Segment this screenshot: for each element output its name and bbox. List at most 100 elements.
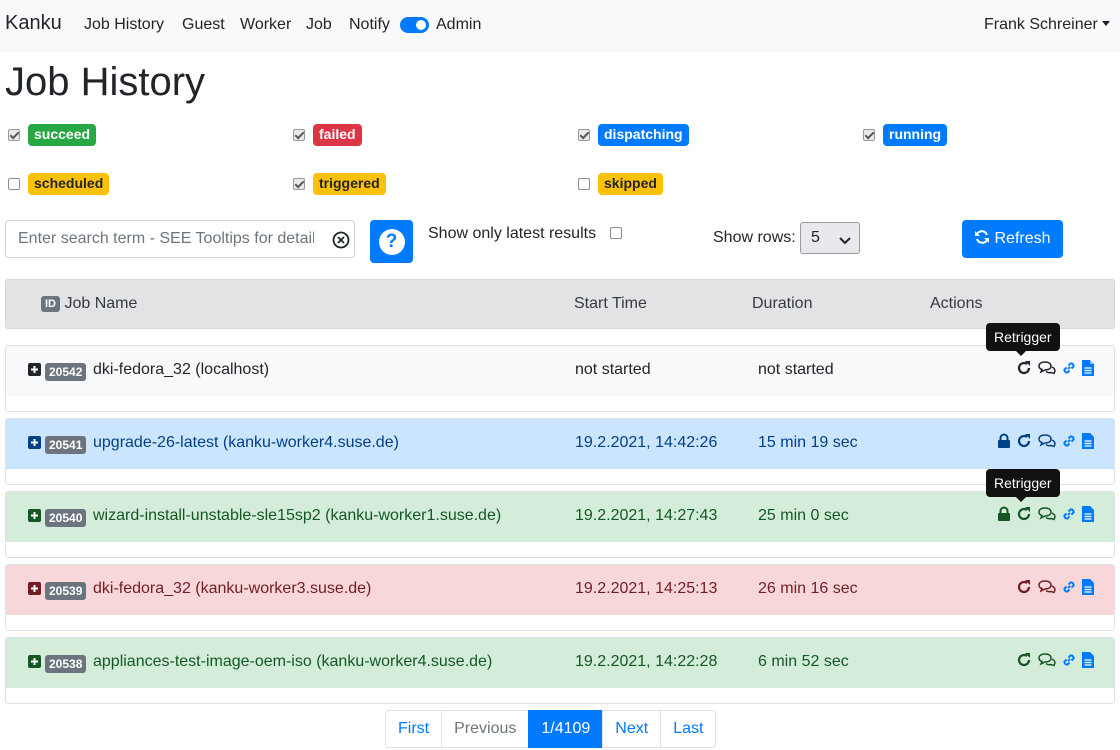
retrigger-icon[interactable]	[1016, 360, 1032, 376]
search-input[interactable]	[6, 221, 316, 257]
expand-plus-icon[interactable]	[28, 655, 41, 668]
expand-plus-icon[interactable]	[28, 509, 41, 522]
document-icon[interactable]	[1082, 506, 1094, 522]
job-card: 20538 appliances-test-image-oem-iso (kan…	[5, 637, 1115, 704]
page-last-button[interactable]: Last	[660, 710, 717, 748]
filter-scheduled[interactable]: scheduled	[8, 173, 110, 195]
link-icon[interactable]	[1061, 360, 1077, 376]
lock-icon[interactable]	[997, 433, 1011, 449]
filter-failed[interactable]: failed	[293, 124, 362, 146]
retrigger-icon[interactable]	[1016, 433, 1032, 449]
page-previous-button[interactable]: Previous	[441, 710, 530, 748]
column-header-duration[interactable]: Duration	[752, 295, 812, 313]
filter-skipped-checkbox[interactable]	[578, 178, 590, 190]
filter-triggered[interactable]: triggered	[293, 173, 386, 195]
filter-running-checkbox[interactable]	[863, 129, 875, 141]
filter-dispatching-checkbox[interactable]	[578, 129, 590, 141]
refresh-button[interactable]: Refresh	[962, 220, 1063, 258]
filter-failed-checkbox[interactable]	[293, 129, 305, 141]
expand-plus-icon[interactable]	[28, 363, 41, 376]
column-header-job-name-label: Job Name	[64, 295, 138, 312]
refresh-label: Refresh	[994, 230, 1051, 247]
caret-down-icon	[1101, 21, 1110, 26]
job-duration: 26 min 16 sec	[758, 580, 858, 597]
table-row[interactable]: 20541 upgrade-26-latest (kanku-worker4.s…	[6, 419, 1114, 469]
comments-icon[interactable]	[1037, 433, 1056, 449]
job-start-time: 19.2.2021, 14:25:13	[575, 580, 718, 597]
user-name: Frank Schreiner	[984, 16, 1098, 33]
table-row[interactable]: 20538 appliances-test-image-oem-iso (kan…	[6, 638, 1114, 688]
retrigger-tooltip: Retrigger	[986, 469, 1060, 502]
table-row[interactable]: 20542 dki-fedora_32 (localhost) not star…	[6, 346, 1114, 396]
page-title: Job History	[5, 60, 206, 104]
filter-succeed-checkbox[interactable]	[8, 129, 20, 141]
document-icon[interactable]	[1082, 360, 1094, 376]
filter-succeed[interactable]: succeed	[8, 124, 97, 146]
nav-item-notify[interactable]: Notify	[349, 16, 390, 34]
job-id-badge: 20540	[45, 509, 87, 527]
column-header-job-name[interactable]: ID Job Name	[41, 295, 137, 313]
document-icon[interactable]	[1082, 433, 1094, 449]
filter-running[interactable]: running	[863, 124, 948, 146]
filter-triggered-checkbox[interactable]	[293, 178, 305, 190]
document-icon[interactable]	[1082, 579, 1094, 595]
link-icon[interactable]	[1061, 433, 1077, 449]
page-next-button[interactable]: Next	[602, 710, 662, 748]
comments-icon[interactable]	[1037, 360, 1056, 376]
job-start-time: 19.2.2021, 14:27:43	[575, 507, 718, 524]
navbar: Kanku Job History Guest Worker Job Notif…	[0, 0, 1120, 52]
comments-icon[interactable]	[1037, 506, 1056, 522]
page-current-indicator[interactable]: 1/4109	[528, 710, 604, 748]
table-row[interactable]: 20540 wizard-install-unstable-sle15sp2 (…	[6, 492, 1114, 542]
retrigger-icon[interactable]	[1016, 579, 1032, 595]
filter-dispatching-badge: dispatching	[598, 124, 689, 146]
filter-succeed-badge: succeed	[28, 124, 97, 146]
user-menu[interactable]: Frank Schreiner	[984, 16, 1110, 34]
nav-item-job-history[interactable]: Job History	[84, 16, 164, 34]
help-button[interactable]: ?	[370, 220, 413, 263]
retrigger-icon[interactable]	[1016, 652, 1032, 668]
nav-item-guest[interactable]: Guest	[182, 16, 225, 34]
latest-results-checkbox[interactable]	[610, 227, 622, 239]
brand-logo[interactable]: Kanku	[5, 12, 62, 35]
row-actions	[997, 506, 1094, 522]
job-id-badge: 20541	[45, 436, 87, 454]
search-box	[5, 220, 355, 258]
comments-icon[interactable]	[1037, 579, 1056, 595]
job-name: dki-fedora_32 (localhost)	[93, 361, 270, 378]
column-header-start-time[interactable]: Start Time	[574, 295, 647, 313]
show-rows-select[interactable]: 5	[800, 222, 860, 254]
refresh-icon	[974, 229, 990, 250]
row-actions	[997, 433, 1094, 449]
link-icon[interactable]	[1061, 579, 1077, 595]
clear-search-icon[interactable]	[331, 230, 351, 255]
table-row[interactable]: 20539 dki-fedora_32 (kanku-worker3.suse.…	[6, 565, 1114, 615]
filter-scheduled-checkbox[interactable]	[8, 178, 20, 190]
job-start-time: not started	[575, 361, 651, 378]
link-icon[interactable]	[1061, 652, 1077, 668]
admin-toggle-switch[interactable]	[400, 17, 429, 33]
retrigger-icon[interactable]	[1016, 506, 1032, 522]
job-name: dki-fedora_32 (kanku-worker3.suse.de)	[93, 580, 372, 597]
expand-plus-icon[interactable]	[28, 436, 41, 449]
nav-item-job[interactable]: Job	[306, 16, 332, 34]
job-card: 20541 upgrade-26-latest (kanku-worker4.s…	[5, 418, 1115, 485]
admin-label[interactable]: Admin	[436, 16, 481, 34]
filter-dispatching[interactable]: dispatching	[578, 124, 689, 146]
job-card: 20539 dki-fedora_32 (kanku-worker3.suse.…	[5, 564, 1115, 631]
expand-plus-icon[interactable]	[28, 582, 41, 595]
retrigger-tooltip: Retrigger	[986, 323, 1060, 356]
filter-scheduled-badge: scheduled	[28, 173, 110, 195]
tooltip-arrow	[1016, 351, 1026, 356]
link-icon[interactable]	[1061, 506, 1077, 522]
lock-icon[interactable]	[997, 506, 1011, 522]
filter-skipped[interactable]: skipped	[578, 173, 663, 195]
job-duration: not started	[758, 361, 834, 378]
pagination: First Previous 1/4109 Next Last	[385, 710, 717, 748]
page-first-button[interactable]: First	[385, 710, 443, 748]
chevron-down-icon	[839, 233, 851, 251]
job-name: upgrade-26-latest (kanku-worker4.suse.de…	[93, 434, 399, 451]
nav-item-worker[interactable]: Worker	[240, 16, 291, 34]
comments-icon[interactable]	[1037, 652, 1056, 668]
document-icon[interactable]	[1082, 652, 1094, 668]
